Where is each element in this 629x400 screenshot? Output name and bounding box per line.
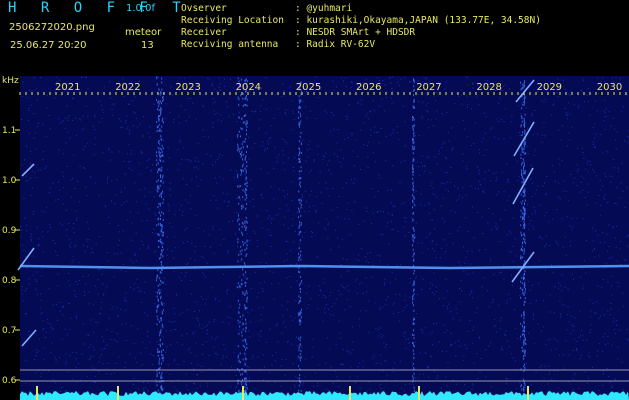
power-peak	[36, 386, 38, 400]
info-key: Receiver	[181, 27, 227, 38]
info-key: Recviving antenna	[181, 39, 279, 50]
version-label: 1.0.0f	[126, 3, 155, 14]
spectrogram: kHz 1.1 1.0 0.9 0.8 0.7 0.6 2021 2022 2023 2024 202…	[0, 76, 629, 400]
time-tick-label: 2030	[597, 82, 622, 93]
y-tick-label: 0.8	[2, 276, 17, 286]
info-observer: Ovserver : @yuhmari	[181, 3, 352, 14]
app-title: H R O F F T	[8, 0, 189, 16]
y-axis-unit: kHz	[2, 76, 19, 86]
time-tick-label: 2028	[476, 82, 501, 93]
time-tick-label: 2026	[356, 82, 381, 93]
info-location: Receiving Location : kurashiki,Okayama,JA…	[181, 15, 541, 26]
y-tick-label: 1.1	[2, 126, 16, 136]
spectrogram-plot: kHz 1.1 1.0 0.9 0.8 0.7 0.6 2021 2022 2023 2024 202…	[2, 76, 629, 400]
info-value: : NESDR SMArt + HDSDR	[295, 27, 416, 38]
info-key: Receiving Location	[181, 15, 284, 26]
file-name: 2506272020.png	[9, 22, 95, 33]
time-tick-label: 2023	[175, 82, 200, 93]
mode-label: meteor	[125, 27, 162, 38]
info-value: : Radix RV-62V	[295, 39, 376, 50]
time-tick-label: 2021	[55, 82, 80, 93]
time-tick-label: 2022	[115, 82, 140, 93]
time-tick-label: 2024	[236, 82, 261, 93]
power-peak	[418, 386, 420, 400]
power-peak	[349, 386, 351, 400]
power-peak	[527, 386, 529, 400]
info-value: : kurashiki,Okayama,JAPAN (133.77E, 34.5…	[295, 15, 541, 26]
y-tick-label: 1.0	[2, 176, 17, 186]
info-antenna: Recviving antenna : Radix RV-62V	[181, 39, 375, 50]
info-key: Ovserver	[181, 3, 227, 14]
datetime-label: 25.06.27 20:20	[10, 40, 87, 51]
time-tick-label: 2029	[537, 82, 562, 93]
power-peak	[242, 386, 244, 400]
time-tick-label: 2027	[416, 82, 441, 93]
y-tick-label: 0.6	[2, 376, 17, 386]
meteor-count: 13	[141, 40, 154, 51]
y-tick-label: 0.9	[2, 226, 17, 236]
time-tick-label: 2025	[296, 82, 321, 93]
power-peak	[117, 386, 119, 400]
info-receiver: Receiver : NESDR SMArt + HDSDR	[181, 27, 415, 38]
y-tick-label: 0.7	[2, 326, 16, 336]
info-value: : @yuhmari	[295, 3, 353, 14]
spectrogram-background	[20, 76, 629, 400]
header-panel: H R O F F T 1.0.0f 2506272020.png meteor…	[0, 0, 629, 76]
